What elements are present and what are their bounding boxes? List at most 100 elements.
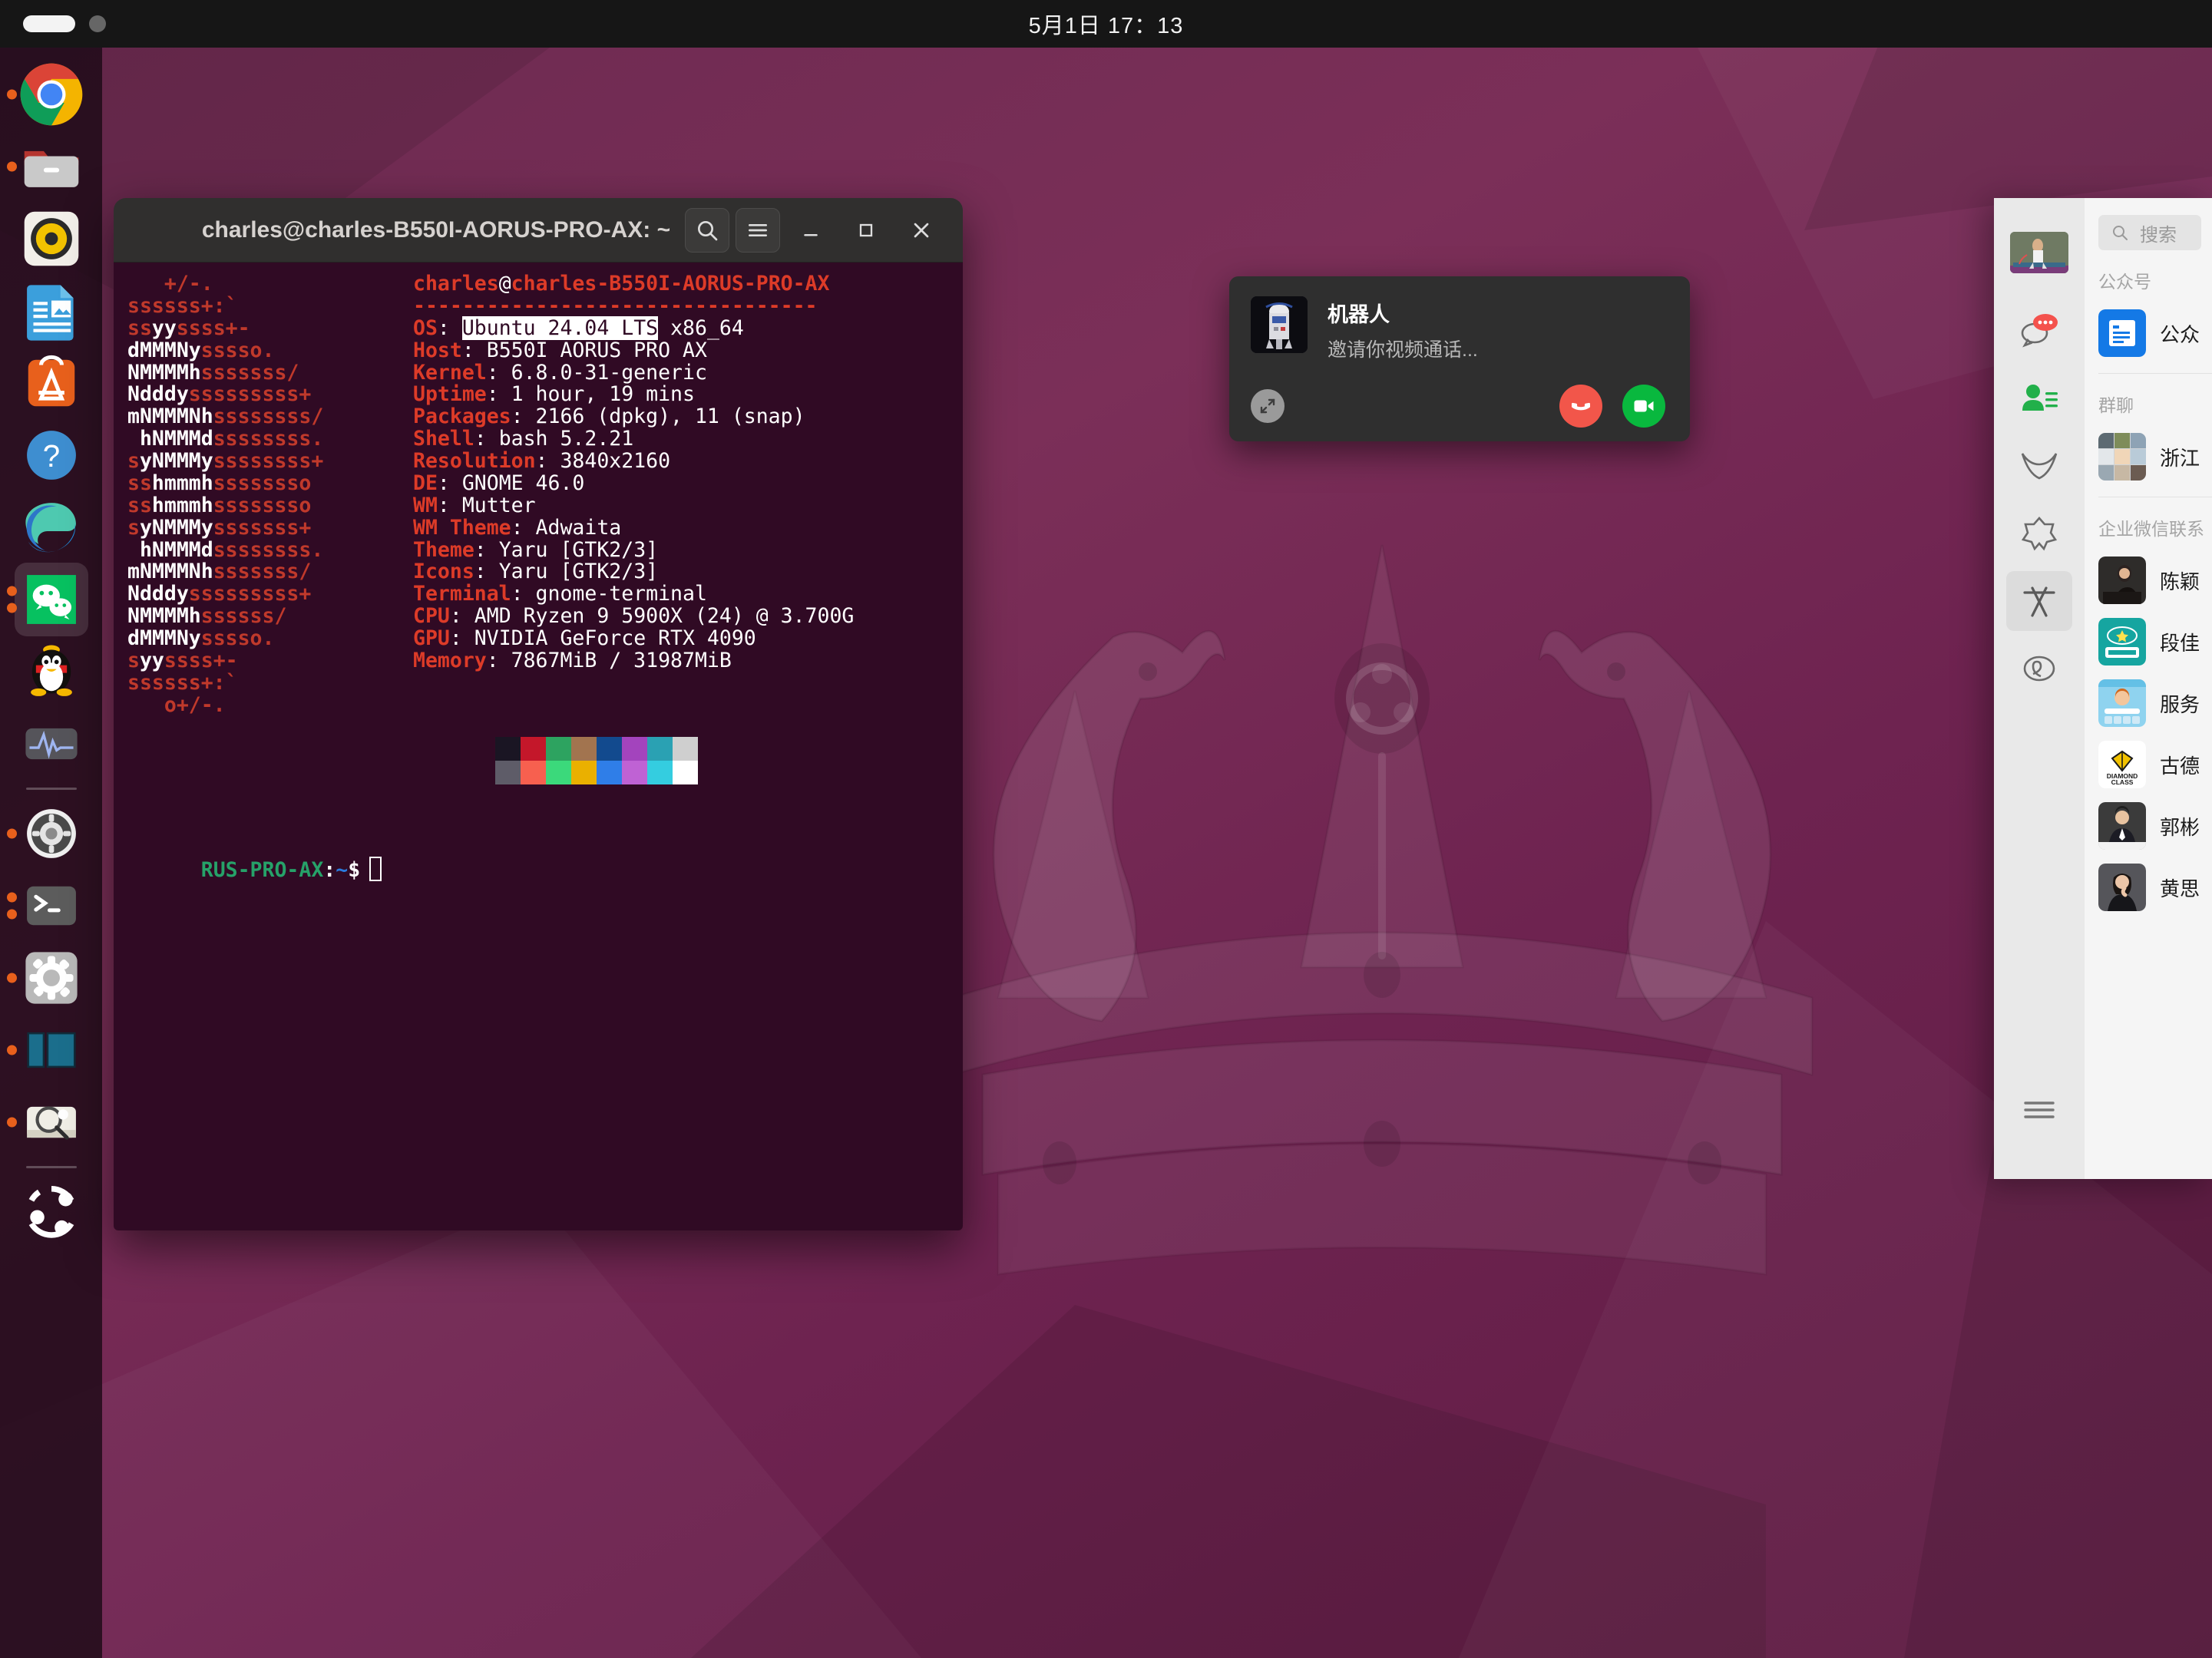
- neofetch-info-line: Kernel: 6.8.0-31-generic: [413, 360, 707, 385]
- dock-item-qq[interactable]: [0, 636, 102, 708]
- sticker-icon[interactable]: [2006, 571, 2072, 631]
- dock-item-settings-alt[interactable]: [0, 942, 102, 1014]
- prompt-userhost: RUS-PRO-AX: [200, 858, 324, 883]
- clock[interactable]: 5月1日 17：13: [0, 8, 2212, 40]
- expand-icon[interactable]: [1251, 389, 1285, 423]
- call-header: 机器人 邀请你视频通话...: [1229, 276, 1690, 362]
- top-bar[interactable]: 5月1日 17：13: [0, 0, 2212, 48]
- terminal-titlebar[interactable]: charles@charles-B550I-AORUS-PRO-AX: ~: [114, 198, 963, 263]
- dock-item-window-tiling[interactable]: [0, 1014, 102, 1086]
- terminal-line: hNMMMdssssssss. Shell: bash 5.2.21: [114, 428, 963, 451]
- neofetch-output: +/-. charles@charles-B550I-AORUS-PRO-AX ss…: [114, 272, 963, 717]
- avatar: [2098, 679, 2146, 727]
- palette-swatch: [673, 736, 698, 761]
- ascii-art-segment: syNMMMyssssssss+: [127, 449, 324, 473]
- ascii-art-segment: Ndddysssssssss+: [127, 582, 312, 606]
- terminal-line: NMMMMhsssssss/Kernel: 6.8.0-31-generic: [114, 362, 963, 385]
- neofetch-info-line: OS: Ubuntu 24.04 LTS x86_64: [413, 315, 744, 340]
- neofetch-info-line: ---------------------------------: [413, 293, 818, 318]
- google-chrome-icon: [20, 63, 82, 126]
- list-item-label: 黄思: [2160, 877, 2200, 900]
- dock-item-files[interactable]: [0, 130, 102, 203]
- neofetch-info-line: Packages: 2166 (dpkg), 11 (snap): [413, 405, 805, 429]
- neofetch-info-line: Theme: Yaru [GTK2/3]: [413, 537, 659, 562]
- list-item[interactable]: 郭彬: [2085, 795, 2212, 857]
- more-menu-icon[interactable]: [2021, 1098, 2058, 1125]
- close-icon[interactable]: [897, 208, 946, 253]
- list-item[interactable]: 陈颖: [2085, 550, 2212, 611]
- dock[interactable]: ?: [0, 48, 102, 1658]
- prompt-path: ~: [336, 858, 349, 883]
- terminal-line: dMMMNysssso. Host: B550I AORUS PRO AX: [114, 339, 963, 362]
- dock-item-microsoft-edge[interactable]: [0, 491, 102, 563]
- search-icon[interactable]: [685, 207, 729, 253]
- favorites-icon[interactable]: [2006, 504, 2072, 563]
- ascii-art-segment: sshmmmhssssssso: [127, 493, 312, 517]
- wechat-nav-rail[interactable]: [1994, 198, 2085, 1179]
- terminal-body[interactable]: +/-. charles@charles-B550I-AORUS-PRO-AX ss…: [114, 263, 963, 1230]
- dock-item-wechat[interactable]: [0, 563, 102, 636]
- list-item-label: 郭彬: [2160, 815, 2200, 839]
- list-item[interactable]: DIAMOND CLASS 古德: [2085, 734, 2212, 795]
- dock-item-rhythmbox[interactable]: [0, 203, 102, 275]
- neofetch-info-line: charles@charles-B550I-AORUS-PRO-AX: [413, 272, 830, 296]
- settings-gear-icon: [26, 809, 76, 858]
- minimize-icon[interactable]: [786, 208, 835, 253]
- dock-item-help[interactable]: ?: [0, 419, 102, 491]
- hamburger-menu-icon[interactable]: [736, 207, 780, 253]
- wechat-video-call-notification[interactable]: 机器人 邀请你视频通话...: [1229, 276, 1690, 441]
- dock-item-libreoffice-impress[interactable]: [0, 275, 102, 347]
- list-item[interactable]: 公众: [2085, 302, 2212, 364]
- svg-text:CLASS: CLASS: [2111, 778, 2134, 786]
- settings-gear-square-icon: [25, 952, 78, 1004]
- terminal-icon: [26, 886, 76, 926]
- call-actions[interactable]: [1229, 385, 1690, 428]
- list-item[interactable]: 段佳: [2085, 611, 2212, 672]
- running-indicator: [7, 892, 17, 920]
- dock-item-screenshot[interactable]: [0, 1086, 102, 1158]
- contacts-icon[interactable]: [2006, 368, 2072, 428]
- palette-swatch: [546, 760, 571, 784]
- palette-swatch: [521, 760, 546, 784]
- call-meta: 机器人 邀请你视频通话...: [1328, 296, 1478, 362]
- wechat-window[interactable]: 搜索 公众号 公众 群聊 浙江 企业微信联系 陈颖 段佳 服务 DIAMOND …: [1994, 198, 2212, 1179]
- terminal-window[interactable]: charles@charles-B550I-AORUS-PRO-AX: ~ +/…: [114, 198, 963, 1230]
- chats-icon[interactable]: [2006, 301, 2072, 361]
- terminal-line: +/-. charles@charles-B550I-AORUS-PRO-AX: [114, 272, 963, 296]
- dock-item-settings[interactable]: [0, 798, 102, 870]
- palette-swatch: [647, 736, 673, 761]
- dock-item-ubuntu-software[interactable]: [0, 347, 102, 419]
- dock-item-system-monitor[interactable]: [0, 708, 102, 780]
- group-title-work-contacts: 企业微信联系: [2098, 519, 2204, 539]
- list-item-label: 古德: [2160, 754, 2200, 778]
- list-item[interactable]: 浙江: [2085, 426, 2212, 487]
- neofetch-info-line: CPU: AMD Ryzen 9 5900X (24) @ 3.700G: [413, 604, 855, 629]
- neofetch-info-line: Shell: bash 5.2.21: [413, 427, 634, 451]
- running-indicator: [7, 161, 17, 172]
- list-item[interactable]: 黄思: [2085, 857, 2212, 918]
- terminal-line: ssssss+:` -------------------------------…: [114, 293, 963, 318]
- ascii-art-segment: NMMMMhssssss/: [127, 604, 287, 629]
- dock-item-show-applications[interactable]: [0, 1176, 102, 1248]
- decline-call-button[interactable]: [1559, 385, 1602, 428]
- qq-penguin-icon: [30, 645, 72, 696]
- search-input[interactable]: 搜索: [2098, 215, 2201, 250]
- palette-swatch: [546, 736, 571, 761]
- moments-icon[interactable]: [2006, 436, 2072, 496]
- group-title-groupchat: 群聊: [2098, 395, 2134, 415]
- running-indicator: [7, 1045, 17, 1055]
- palette-swatch: [597, 760, 622, 784]
- running-indicator: [7, 89, 17, 100]
- mini-program-icon[interactable]: [2006, 639, 2072, 699]
- maximize-icon[interactable]: [841, 208, 891, 253]
- list-item[interactable]: 服务: [2085, 672, 2212, 734]
- accept-video-call-button[interactable]: [1622, 385, 1665, 428]
- ascii-art-segment: syNMMMysssssss+: [127, 515, 312, 540]
- palette-swatch: [571, 760, 597, 784]
- dock-item-terminal[interactable]: [0, 870, 102, 942]
- profile-avatar[interactable]: [2010, 232, 2068, 273]
- avatar: [2098, 557, 2146, 604]
- terminal-prompt[interactable]: RUS-PRO-AX:~$: [114, 835, 963, 905]
- wechat-contact-list[interactable]: 搜索 公众号 公众 群聊 浙江 企业微信联系 陈颖 段佳 服务 DIAMOND …: [2085, 198, 2212, 1179]
- dock-item-google-chrome[interactable]: [0, 58, 102, 130]
